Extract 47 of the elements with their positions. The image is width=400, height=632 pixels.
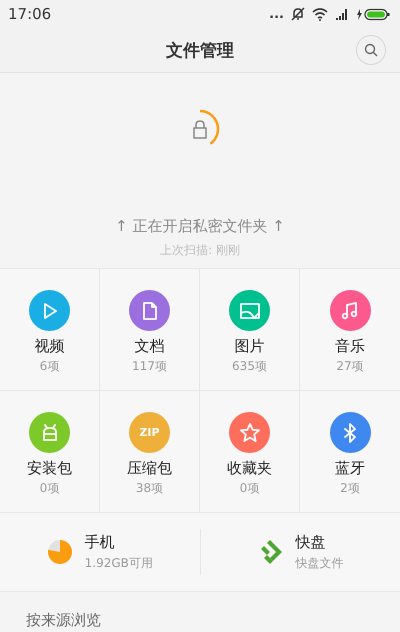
image-icon: [240, 302, 260, 318]
search-icon: [364, 43, 378, 57]
battery-icon: [356, 8, 390, 20]
storage-name[interactable]: 快盘: [295, 532, 344, 552]
category-name: 压缩包: [127, 459, 172, 478]
category-tile[interactable]: 收藏夹 0项: [200, 391, 300, 513]
category-tile[interactable]: 安装包 0项: [0, 391, 100, 513]
category-count: 117项: [132, 358, 167, 375]
document-icon: [142, 302, 158, 320]
category-count: 27项: [336, 358, 364, 375]
music-note-icon: [341, 302, 359, 320]
storage-detail: 快盘文件: [295, 554, 344, 572]
pie-icon: [46, 539, 73, 565]
category-name: 文档: [134, 337, 164, 356]
category-name: 视频: [34, 337, 64, 356]
section-title: 按来源浏览: [26, 611, 101, 629]
category-name: 图片: [234, 337, 264, 356]
category-tile[interactable]: 蓝牙 2项: [300, 391, 400, 513]
android-icon: [42, 424, 58, 441]
category-name: 蓝牙: [335, 459, 365, 478]
category-tile[interactable]: 音乐 27项: [300, 269, 400, 391]
category-tile[interactable]: 视频 6项: [0, 269, 100, 391]
signal-icon: [335, 8, 349, 20]
search-button[interactable]: [356, 35, 386, 65]
more-dots: ...: [269, 6, 284, 22]
status-time: 17:06: [8, 5, 52, 23]
storage-name[interactable]: 手机: [84, 532, 153, 552]
category-name: 安装包: [27, 459, 72, 478]
zip-label: ZIP: [139, 426, 160, 439]
category-count: 38项: [136, 480, 164, 497]
category-tile[interactable]: 文档 117项: [100, 269, 200, 391]
category-name: 收藏夹: [227, 459, 272, 478]
category-count: 0项: [40, 480, 60, 497]
category-count: 6项: [40, 358, 60, 375]
category-count: 2项: [340, 480, 360, 497]
last-scan-text: 上次扫描: 刚刚: [160, 242, 240, 259]
category-tile[interactable]: ZIP 压缩包 38项: [100, 391, 200, 513]
bell-off-icon: [291, 7, 305, 21]
wifi-icon: [312, 8, 328, 20]
category-count: 635项: [232, 358, 267, 375]
page-title: 文件管理: [166, 40, 234, 62]
bluetooth-icon: [344, 422, 356, 442]
category-name: 音乐: [335, 337, 365, 356]
category-count: 0项: [240, 480, 260, 497]
category-tile[interactable]: 图片 635项: [200, 269, 300, 391]
star-icon: [240, 423, 260, 442]
storage-detail: 1.92GB可用: [84, 554, 153, 572]
